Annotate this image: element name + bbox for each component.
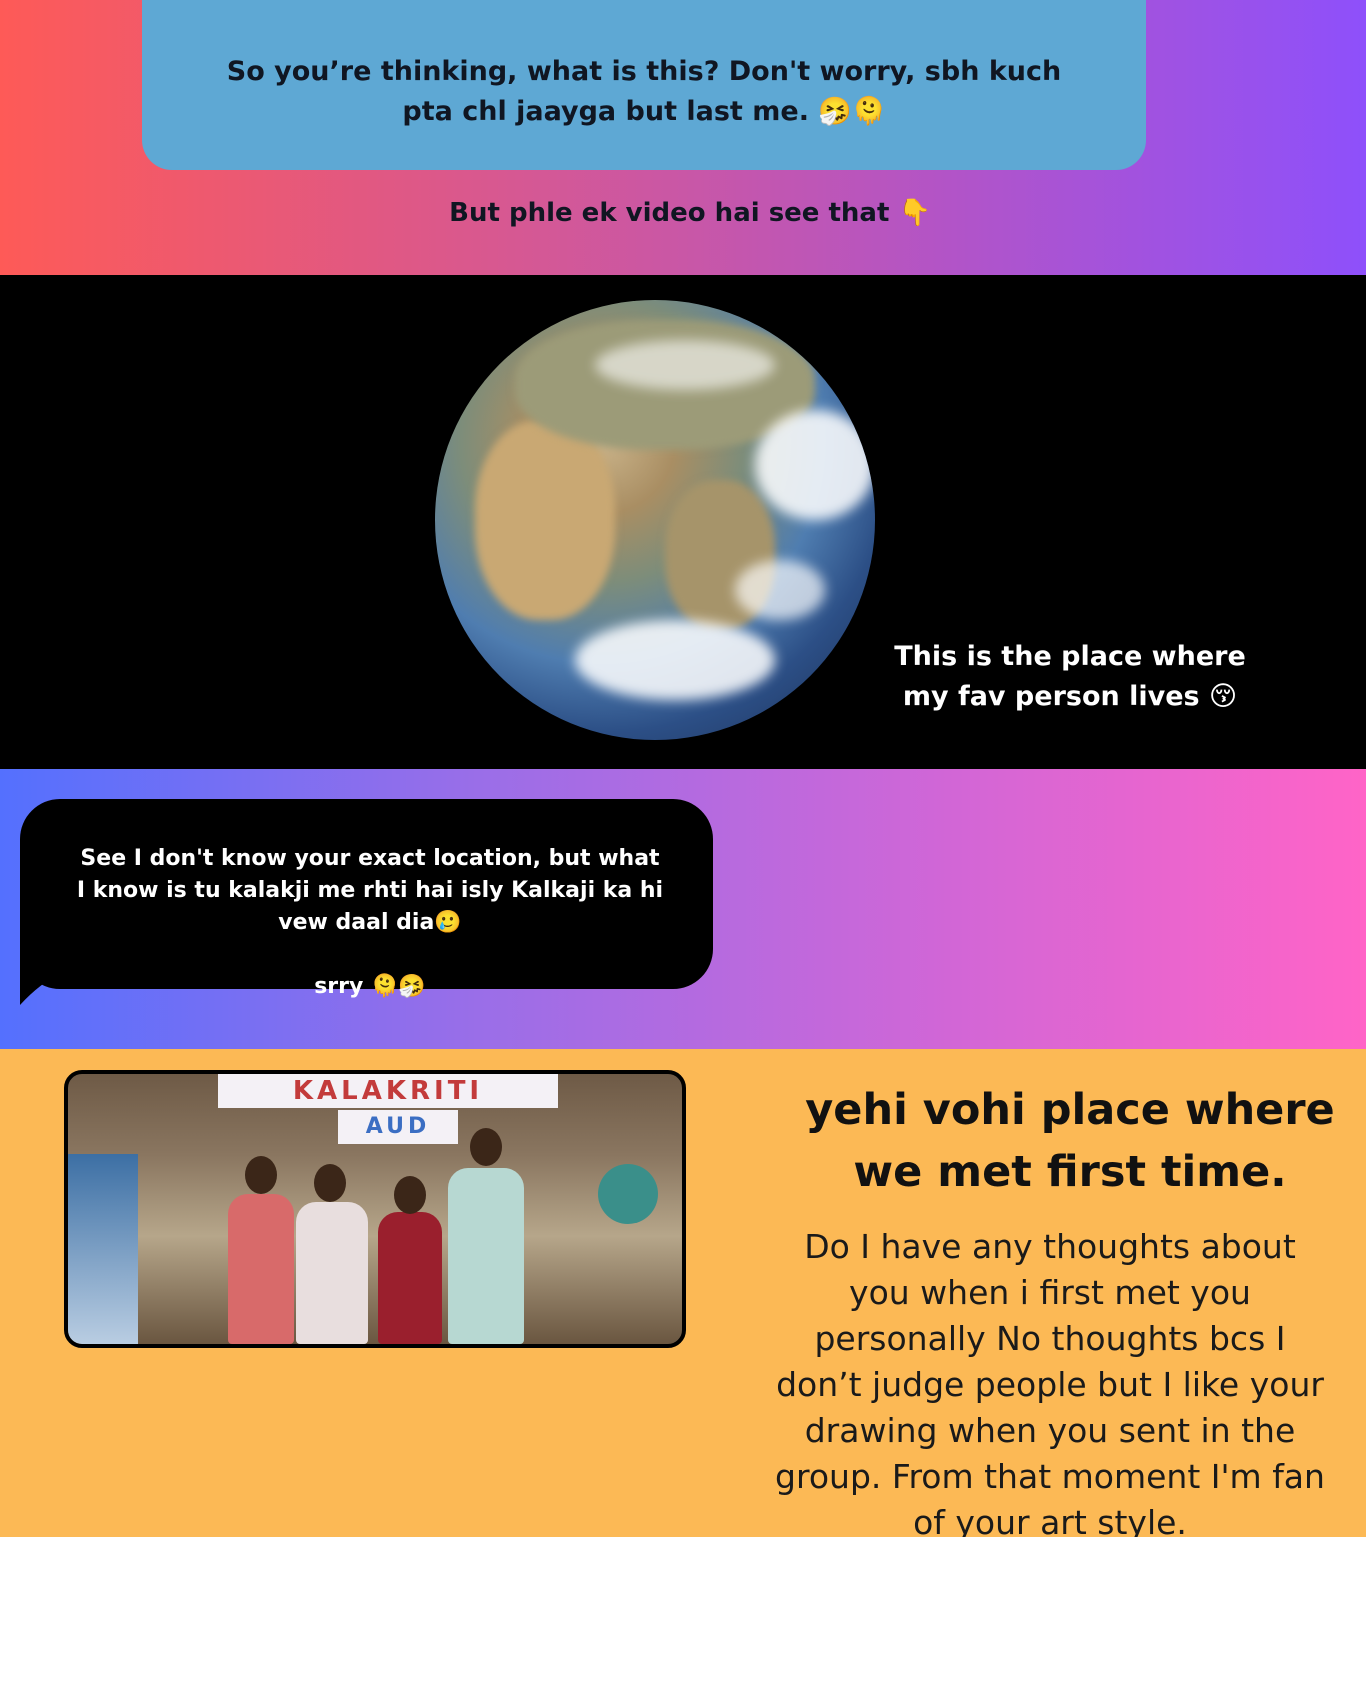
mandala-art	[598, 1164, 658, 1224]
group-photo: KALAKRITI AUD	[64, 1070, 686, 1348]
cloud-south	[575, 620, 775, 700]
location-bubble-text: See I don't know your exact location, bu…	[76, 846, 664, 999]
painting-left	[68, 1154, 138, 1344]
intro-subtext: But phle ek video hai see that 👇	[449, 198, 931, 228]
person-1	[228, 1194, 294, 1344]
intro-bubble-text: So you’re thinking, what is this? Don't …	[226, 56, 1062, 127]
meeting-body-text: Do I have any thoughts about you when i …	[775, 1227, 1325, 1537]
person-4	[448, 1168, 524, 1344]
meeting-section: KALAKRITI AUD yehi vohi place where we m…	[0, 1049, 1366, 1537]
person-4-head	[470, 1128, 502, 1166]
person-3-head	[394, 1176, 426, 1214]
cloud-north	[595, 340, 775, 390]
person-2-head	[314, 1164, 346, 1202]
location-speech-bubble: See I don't know your exact location, bu…	[20, 799, 713, 999]
globe-caption: This is the place where my fav person li…	[894, 641, 1246, 712]
cloud-ocean	[735, 560, 825, 620]
earth-globe-video[interactable]	[435, 300, 875, 740]
cloud-east	[755, 410, 875, 520]
land-arabia	[475, 420, 615, 620]
photo-banner: KALAKRITI	[218, 1074, 558, 1108]
photo-banner-sub: AUD	[338, 1110, 458, 1144]
location-section: See I don't know your exact location, bu…	[0, 769, 1366, 1049]
person-2	[296, 1202, 368, 1344]
meeting-heading: yehi vohi place where we met first time.	[805, 1085, 1335, 1197]
person-1-head	[245, 1156, 277, 1194]
intro-section: So you’re thinking, what is this? Don't …	[0, 0, 1366, 275]
globe-video-section: This is the place where my fav person li…	[0, 275, 1366, 769]
person-3	[378, 1212, 442, 1344]
intro-speech-bubble: So you’re thinking, what is this? Don't …	[142, 0, 1146, 170]
